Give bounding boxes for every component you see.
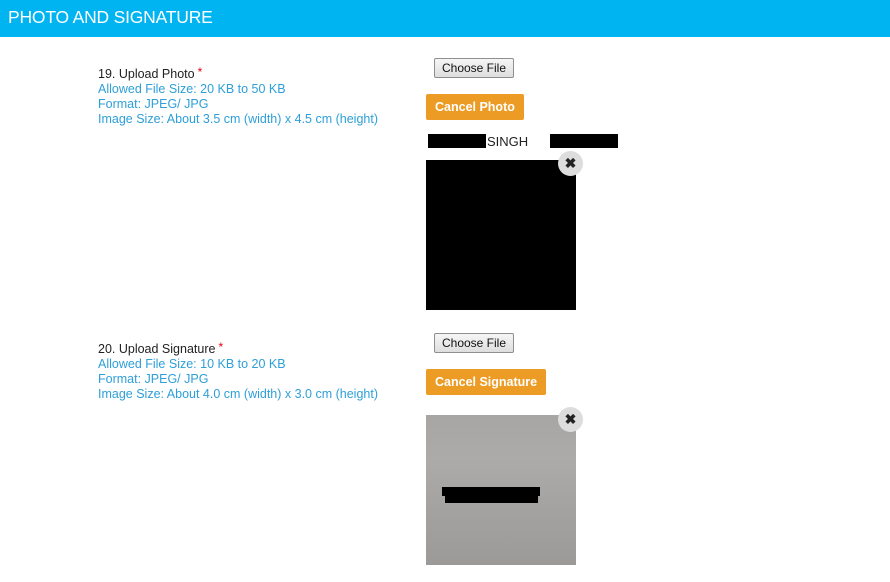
remove-photo-button[interactable]: ✖ (558, 151, 583, 176)
signature-image-size-hint: Image Size: About 4.0 cm (width) x 3.0 c… (98, 387, 378, 401)
photo-preview (426, 160, 576, 310)
redacted-extra-info (550, 134, 618, 148)
close-icon: ✖ (564, 411, 577, 427)
close-icon: ✖ (564, 155, 577, 171)
signature-choose-file-button[interactable]: Choose File (434, 333, 514, 353)
signature-format-hint: Format: JPEG/ JPG (98, 372, 209, 386)
photo-upload-info: 19. Upload Photo * Allowed File Size: 20 … (98, 65, 378, 127)
required-marker: * (197, 65, 203, 79)
redacted-signature (445, 495, 538, 503)
section-header: PHOTO AND SIGNATURE (0, 0, 890, 37)
remove-signature-button[interactable]: ✖ (558, 407, 583, 432)
cancel-signature-button[interactable]: Cancel Signature (426, 369, 547, 395)
applicant-surname: SINGH (487, 134, 529, 149)
signature-file-size-hint: Allowed File Size: 10 KB to 20 KB (98, 357, 286, 371)
signature-preview (426, 415, 576, 565)
photo-image-size-hint: Image Size: About 3.5 cm (width) x 4.5 c… (98, 112, 378, 126)
required-marker: * (218, 340, 224, 354)
photo-upload-label: 19. Upload Photo (98, 67, 195, 81)
photo-choose-file-button[interactable]: Choose File (434, 58, 514, 78)
signature-upload-label: 20. Upload Signature (98, 342, 216, 356)
photo-file-size-hint: Allowed File Size: 20 KB to 50 KB (98, 82, 286, 96)
signature-upload-info: 20. Upload Signature * Allowed File Size:… (98, 340, 378, 402)
photo-format-hint: Format: JPEG/ JPG (98, 97, 209, 111)
section-title: PHOTO AND SIGNATURE (8, 7, 213, 27)
cancel-photo-button[interactable]: Cancel Photo (426, 94, 524, 120)
redacted-first-name (428, 134, 486, 148)
